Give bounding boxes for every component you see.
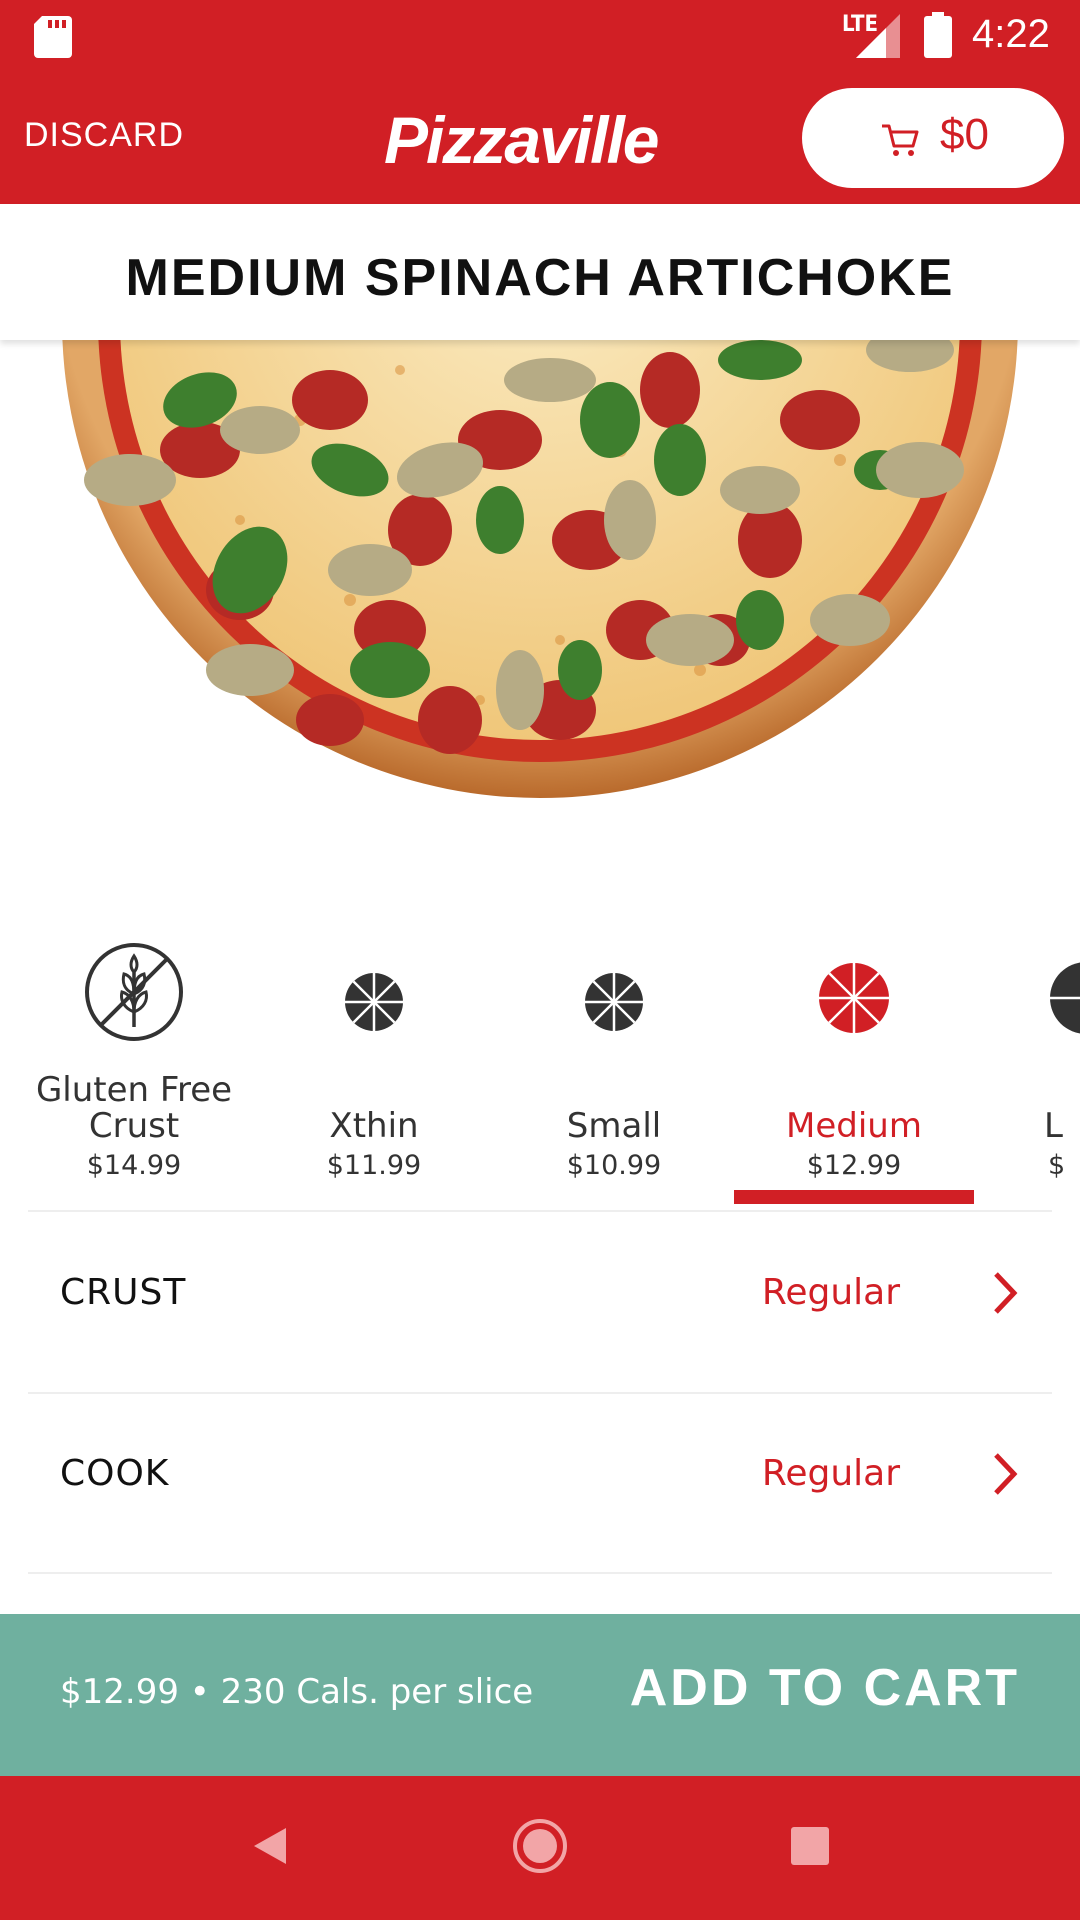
signal-icon xyxy=(856,14,900,58)
system-nav-bar xyxy=(0,1776,1080,1920)
size-name: Gluten Free xyxy=(35,1070,233,1110)
chevron-right-icon xyxy=(994,1453,1018,1495)
size-price: $12.99 xyxy=(806,1150,902,1181)
discard-button[interactable]: DISCARD xyxy=(24,116,184,155)
size-name: Medium xyxy=(786,1106,922,1146)
cart-button[interactable]: $0 xyxy=(802,88,1064,188)
add-to-cart-bar: $12.99 • 230 Cals. per slice ADD TO CART xyxy=(0,1614,1080,1776)
pizza-image xyxy=(0,340,1080,900)
price-calories-summary: $12.99 • 230 Cals. per slice xyxy=(60,1672,534,1712)
size-option-small[interactable]: Small $10.99 xyxy=(494,920,734,1210)
size-name: Small xyxy=(566,1106,662,1146)
pizzaville-logo: Pizzaville xyxy=(384,103,659,177)
status-bar: LTE 4:22 xyxy=(0,0,1080,72)
size-name: Xthin xyxy=(329,1106,419,1146)
selected-size-indicator xyxy=(734,1190,974,1204)
shopping-cart-icon xyxy=(882,124,919,156)
chevron-right-icon xyxy=(994,1272,1018,1314)
option-label: CRUST xyxy=(60,1272,187,1313)
pizza-slices-icon xyxy=(585,973,643,1031)
back-icon[interactable] xyxy=(240,1816,300,1876)
option-value: Regular xyxy=(761,1272,900,1313)
size-price: $10.99 xyxy=(566,1150,662,1181)
product-title: MEDIUM SPINACH ARTICHOKE xyxy=(125,249,955,307)
cook-option-row[interactable]: COOK Regular xyxy=(0,1393,1080,1573)
clock: 4:22 xyxy=(972,12,1050,56)
size-price: $ xyxy=(1048,1150,1066,1181)
size-name-line2: Crust xyxy=(88,1106,180,1146)
home-icon[interactable] xyxy=(510,1816,570,1876)
option-value: Regular xyxy=(761,1453,900,1494)
size-option-gluten-free[interactable]: Gluten Free Crust $14.99 xyxy=(14,920,254,1210)
app-bar: DISCARD Pizzaville $0 xyxy=(0,72,1080,204)
pizza-slices-icon xyxy=(1050,962,1080,1034)
option-label: COOK xyxy=(60,1453,170,1494)
pizza-slices-icon xyxy=(819,963,889,1033)
recents-icon[interactable] xyxy=(780,1816,840,1876)
size-price: $14.99 xyxy=(86,1150,182,1181)
battery-icon xyxy=(924,12,952,58)
add-to-cart-button[interactable]: ADD TO CART xyxy=(630,1658,1020,1718)
cart-total: $0 xyxy=(940,110,989,159)
product-title-bar: MEDIUM SPINACH ARTICHOKE xyxy=(0,204,1080,340)
pizza-slices-icon xyxy=(345,973,403,1031)
pizza-illustration xyxy=(62,340,1018,798)
divider xyxy=(28,1572,1052,1574)
size-name: L xyxy=(1044,1106,1063,1146)
size-option-large[interactable]: L $ xyxy=(974,920,1080,1210)
size-option-medium[interactable]: Medium $12.99 xyxy=(734,920,974,1210)
size-price: $11.99 xyxy=(326,1150,422,1181)
sd-card-icon xyxy=(34,16,72,58)
gluten-free-icon xyxy=(85,943,183,1041)
size-selector: Gluten Free Crust $14.99 Xthin $11.99 Sm… xyxy=(0,920,1080,1210)
crust-option-row[interactable]: CRUST Regular xyxy=(0,1212,1080,1392)
size-option-xthin[interactable]: Xthin $11.99 xyxy=(254,920,494,1210)
